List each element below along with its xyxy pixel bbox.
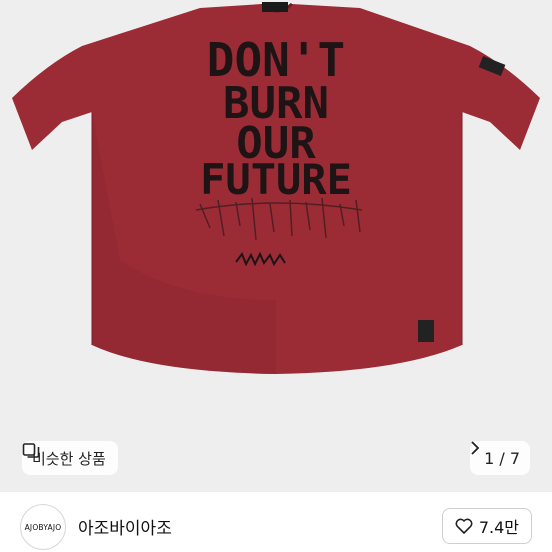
- neck-label: [262, 2, 288, 12]
- pager-count: 1 / 7: [484, 448, 520, 468]
- seller-bar: AJOBYAJO 아조바이아조 7.4만: [0, 492, 552, 552]
- like-button[interactable]: 7.4만: [441, 508, 532, 544]
- tshirt-illustration: DON'T BURN OUR FUTURE: [12, 2, 540, 374]
- print-line-4: FUTURE: [200, 155, 352, 204]
- hem-patch: [418, 320, 434, 342]
- chevron-right-icon[interactable]: [470, 441, 480, 455]
- similar-items-icon: [22, 443, 40, 458]
- heart-icon: [455, 518, 473, 534]
- similar-items-button[interactable]: 비슷한 상품: [22, 441, 118, 475]
- product-image[interactable]: DON'T BURN OUR FUTURE 비슷한 상품 1 / 7: [0, 0, 552, 492]
- image-pager[interactable]: 1 / 7: [470, 441, 530, 475]
- avatar-logo-text: AJOBYAJO: [24, 522, 62, 532]
- similar-items-label: 비슷한 상품: [32, 449, 106, 468]
- seller-avatar[interactable]: AJOBYAJO: [20, 504, 66, 550]
- seller-name[interactable]: 아조바이아조: [78, 514, 172, 539]
- like-count: 7.4만: [478, 518, 519, 537]
